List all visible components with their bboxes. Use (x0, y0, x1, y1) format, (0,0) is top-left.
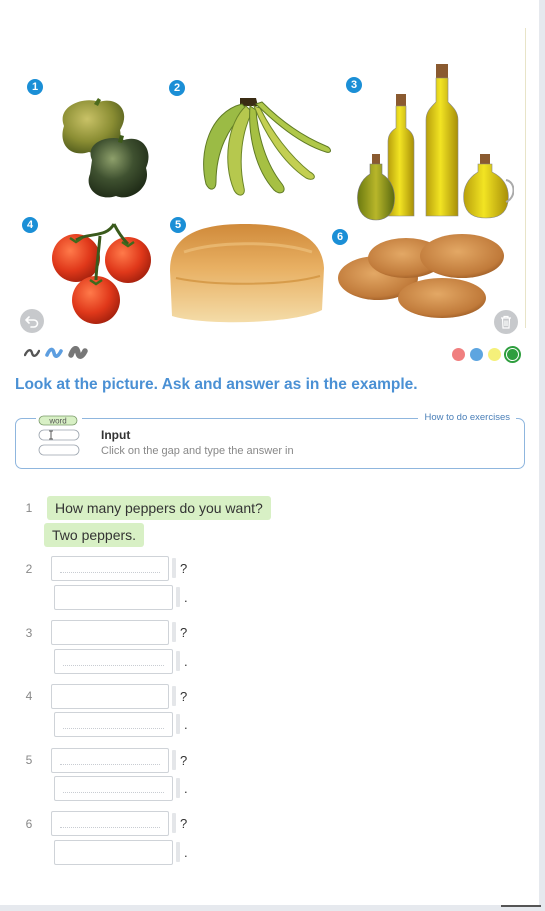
badge-2: 2 (169, 80, 185, 96)
badge-1: 1 (27, 79, 43, 95)
full-stop: . (184, 654, 188, 669)
gap-handle (172, 750, 176, 770)
answer-gap-input[interactable] (54, 712, 173, 737)
bananas-image (203, 98, 331, 196)
item-number: 2 (25, 562, 33, 576)
color-green-selected[interactable] (504, 346, 521, 363)
howto-description: Click on the gap and type the answer in (101, 445, 294, 457)
gap-handle (172, 622, 176, 642)
gap-handle (176, 587, 180, 607)
question-gap-input[interactable] (51, 811, 169, 836)
full-stop: . (184, 717, 188, 732)
marker-pen-icon[interactable] (45, 347, 63, 359)
question-gap-input[interactable] (51, 748, 169, 773)
question-mark: ? (180, 753, 188, 768)
howto-link[interactable]: How to do exercises (418, 412, 516, 423)
oil-image (357, 64, 514, 221)
gap-handle (176, 651, 180, 671)
eraser-icon[interactable] (68, 346, 88, 360)
answer-gap-input[interactable] (54, 649, 173, 674)
trash-button[interactable] (494, 310, 518, 334)
howto-title: Input (101, 428, 131, 442)
howto-panel: How to do exercises word Input Click on … (15, 412, 525, 469)
instruction-text: Look at the picture. Ask and answer as i… (15, 376, 418, 393)
gap-handle (172, 686, 176, 706)
vertical-scrollbar[interactable] (539, 0, 545, 911)
example-question: How many peppers do you want? (47, 496, 271, 520)
item-number: 6 (25, 817, 33, 831)
peppers-image (62, 98, 149, 198)
answer-gap-input[interactable] (54, 840, 173, 865)
biscuits-image (338, 234, 504, 318)
gap-underline (63, 728, 164, 729)
gap-underline (60, 827, 160, 828)
gap-handle (172, 813, 176, 833)
example-answer: Two peppers. (44, 523, 145, 547)
full-stop: . (184, 781, 188, 796)
scrollbar-thumb[interactable] (501, 905, 541, 907)
horizontal-scrollbar[interactable] (0, 905, 545, 911)
question-mark: ? (180, 561, 188, 576)
question-mark: ? (180, 816, 188, 831)
item-number: 3 (25, 626, 33, 640)
question-mark: ? (180, 689, 188, 704)
badge-4: 4 (22, 217, 38, 233)
input-hint-word: word (48, 416, 66, 425)
selected-color-fill (507, 349, 518, 360)
item-number: 5 (25, 753, 33, 767)
gap-underline (60, 764, 160, 765)
gap-handle (172, 558, 176, 578)
gap-handle (176, 778, 180, 798)
undo-icon (25, 316, 39, 328)
trash-icon (501, 315, 511, 329)
question-mark: ? (180, 625, 188, 640)
food-picture: 1 2 3 4 5 6 (14, 28, 526, 336)
color-red[interactable] (452, 348, 465, 361)
gap-underline (63, 792, 164, 793)
answer-gap-input[interactable] (54, 776, 173, 801)
gap-underline (60, 572, 160, 573)
item-number: 4 (25, 689, 33, 703)
full-stop: . (184, 590, 188, 605)
drawing-toolbar (20, 344, 525, 366)
full-stop: . (184, 845, 188, 860)
exercise-page: 1 2 3 4 5 6 Look at the picture. Ask and… (0, 0, 539, 905)
question-gap-input[interactable] (51, 620, 169, 645)
answer-gap-input[interactable] (54, 585, 173, 610)
color-yellow[interactable] (488, 348, 501, 361)
bread-image (170, 224, 324, 323)
thin-pen-icon[interactable] (24, 348, 40, 358)
tomatoes-image (52, 223, 151, 324)
undo-button[interactable] (20, 309, 44, 333)
gap-underline (63, 665, 164, 666)
color-blue[interactable] (470, 348, 483, 361)
question-gap-input[interactable] (51, 556, 169, 581)
gap-handle (176, 714, 180, 734)
gap-handle (176, 842, 180, 862)
question-gap-input[interactable] (51, 684, 169, 709)
picture-edge (525, 28, 526, 328)
input-hint-icon: word (36, 415, 82, 461)
item-number-1: 1 (25, 501, 33, 515)
